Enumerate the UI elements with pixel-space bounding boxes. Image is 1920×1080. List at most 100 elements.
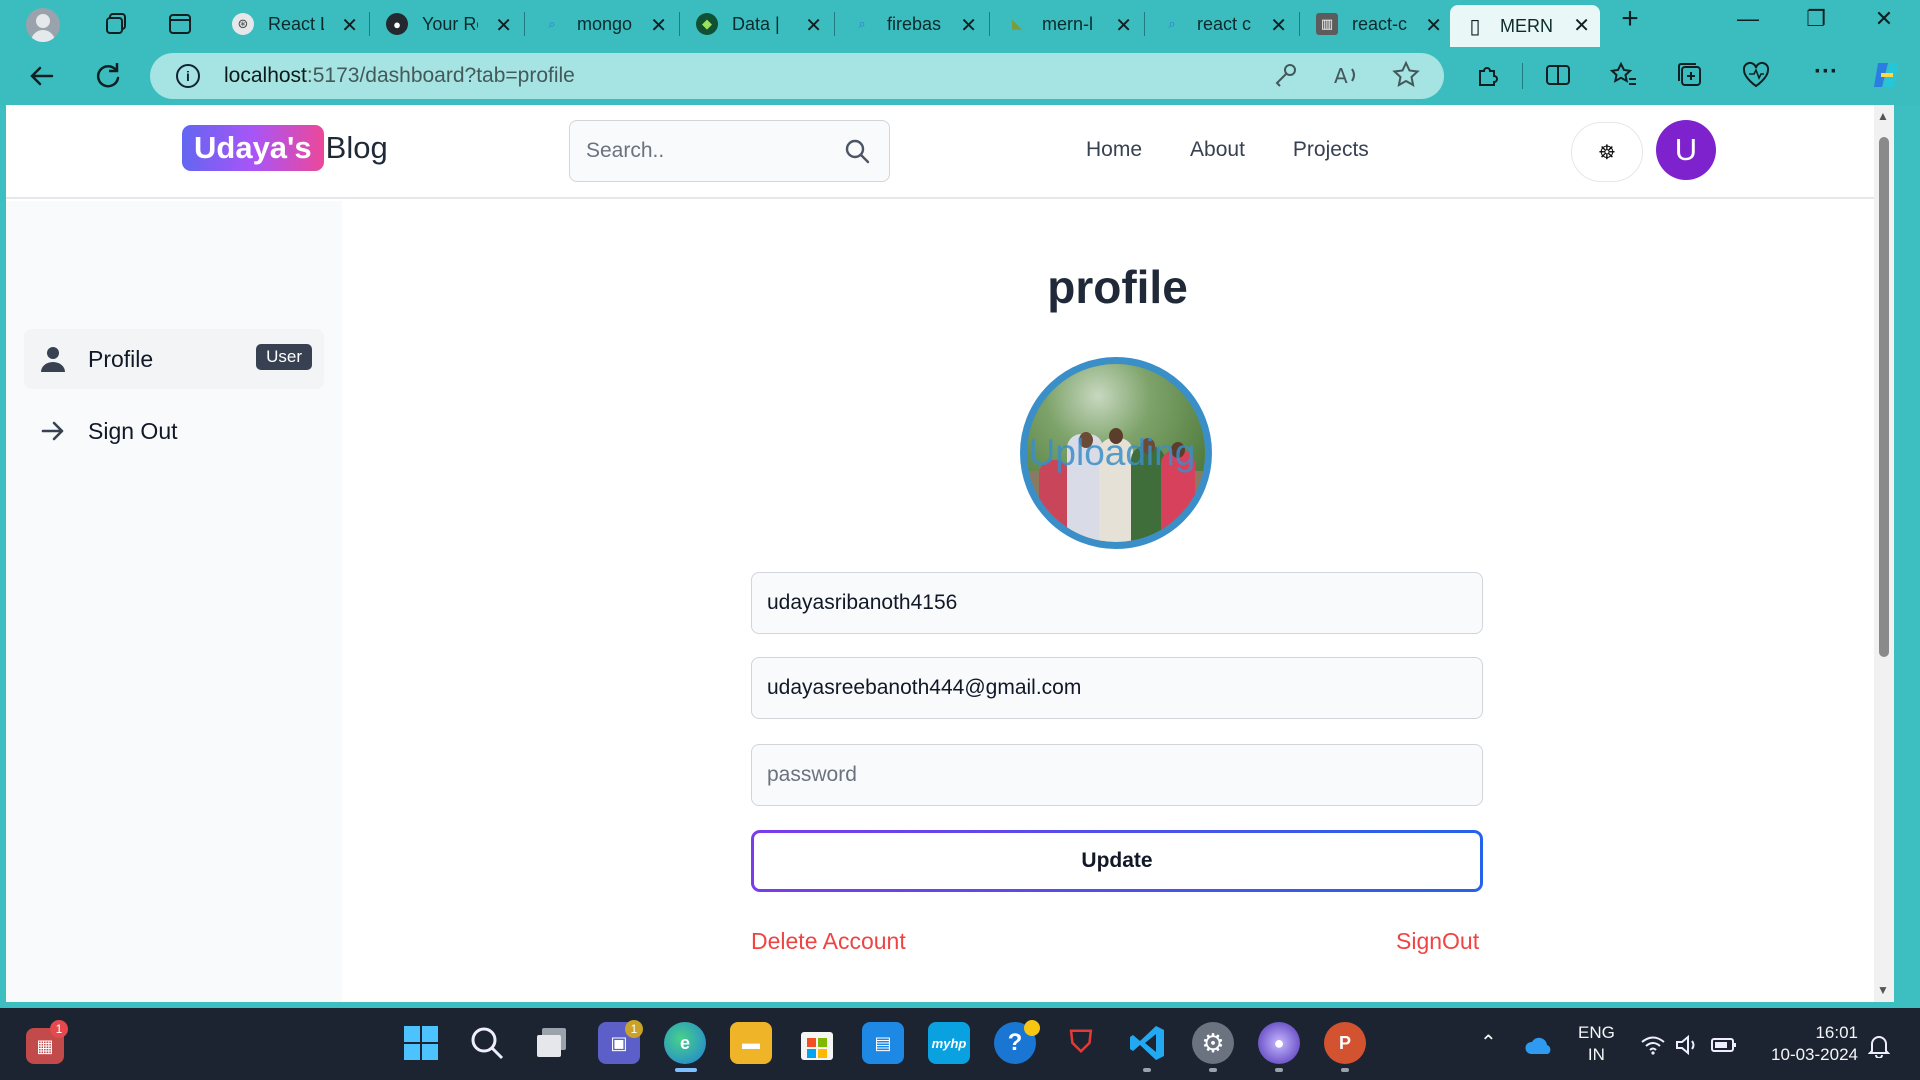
close-tab-icon[interactable]: ✕ <box>1270 13 1287 38</box>
restore-icon[interactable]: ❐ <box>1796 6 1836 32</box>
browser-tab[interactable]: ●Your Re✕ <box>372 5 522 43</box>
close-tab-icon[interactable]: ✕ <box>341 13 358 38</box>
search-box <box>569 120 890 182</box>
password-input[interactable] <box>752 763 1482 787</box>
browser-tab[interactable]: ⌕ react c ✕ <box>1147 5 1297 43</box>
chatgpt-favicon-icon: ⊛ <box>232 13 254 35</box>
close-tab-icon[interactable]: ✕ <box>650 13 667 38</box>
update-button[interactable]: Update <box>751 830 1483 892</box>
nav-home[interactable]: Home <box>1086 138 1142 162</box>
delete-account-link[interactable]: Delete Account <box>751 928 906 955</box>
site-header: Udaya's Blog Home About Projects ☸ U <box>6 105 1894 199</box>
file-explorer-icon[interactable]: ▬ <box>730 1022 772 1064</box>
close-tab-icon[interactable]: ✕ <box>1573 13 1590 38</box>
edge-icon[interactable]: e <box>664 1022 706 1064</box>
close-tab-icon[interactable]: ✕ <box>1115 13 1132 38</box>
scrollbar-thumb[interactable] <box>1879 137 1889 657</box>
wifi-icon[interactable] <box>1640 1034 1666 1056</box>
split-screen-icon[interactable] <box>1542 59 1574 91</box>
email-input[interactable] <box>752 676 1482 700</box>
notifications-bell-icon[interactable] <box>1868 1034 1890 1058</box>
browser-tab[interactable]: ▥ react-c ✕ <box>1302 5 1452 43</box>
app-window-icon[interactable]: ▤ <box>862 1022 904 1064</box>
language-indicator[interactable]: ENG IN <box>1578 1022 1615 1066</box>
copilot-icon[interactable] <box>1868 57 1904 93</box>
browser-essentials-icon[interactable] <box>1740 59 1772 91</box>
mcafee-icon[interactable]: ⛉ <box>1060 1022 1102 1064</box>
page-scrollbar[interactable]: ▲ ▼ <box>1874 105 1894 1002</box>
refresh-icon[interactable] <box>90 58 126 94</box>
read-aloud-icon[interactable]: A <box>1330 59 1362 91</box>
browser-tab-active[interactable]: ▯ MERN ✕ <box>1450 5 1600 47</box>
volume-icon[interactable] <box>1674 1034 1700 1056</box>
close-tab-icon[interactable]: ✕ <box>1425 13 1442 38</box>
browser-profile-icon[interactable] <box>26 8 60 42</box>
leaf-favicon-icon: ◣ <box>1012 16 1022 31</box>
search-favicon-icon: ⌕ <box>858 16 866 31</box>
username-input[interactable] <box>752 591 1482 615</box>
battery-icon[interactable] <box>1710 1036 1738 1054</box>
close-tab-icon[interactable]: ✕ <box>805 13 822 38</box>
show-hidden-icons-icon[interactable]: ⌃ <box>1480 1032 1497 1054</box>
onedrive-icon[interactable] <box>1524 1036 1554 1056</box>
user-avatar[interactable]: U <box>1656 120 1716 180</box>
role-badge: User <box>256 344 312 370</box>
notion-favicon-icon: ▥ <box>1316 13 1338 35</box>
more-options-icon[interactable]: ··· <box>1810 59 1842 91</box>
close-tab-icon[interactable]: ✕ <box>495 13 512 38</box>
obs-icon[interactable]: ● <box>1258 1022 1300 1064</box>
extensions-icon[interactable] <box>1472 59 1504 91</box>
sidebar-item-label: Profile <box>88 345 154 372</box>
back-icon[interactable] <box>24 58 60 94</box>
theme-toggle-button[interactable]: ☸ <box>1571 122 1643 182</box>
vscode-icon[interactable] <box>1126 1022 1168 1064</box>
search-icon[interactable] <box>466 1022 508 1064</box>
url-field[interactable]: i localhost:5173/dashboard?tab=profile <box>150 53 1444 99</box>
tab-actions-icon[interactable] <box>166 10 194 38</box>
dashboard-sidebar: Profile User Sign Out <box>6 201 342 1002</box>
browser-tab[interactable]: ⌕ mongo ✕ <box>527 5 677 43</box>
user-icon <box>38 345 68 373</box>
site-info-icon[interactable]: i <box>176 64 200 88</box>
settings-gear-icon[interactable]: ⚙ <box>1192 1022 1234 1064</box>
upload-status-overlay: Uploading <box>1028 432 1196 473</box>
site-logo[interactable]: Udaya's Blog <box>182 125 388 171</box>
scroll-up-icon[interactable]: ▲ <box>1877 109 1889 123</box>
sidebar-item-label: Sign Out <box>88 417 178 444</box>
close-window-icon[interactable]: ✕ <box>1864 6 1904 32</box>
search-icon[interactable] <box>843 137 871 165</box>
favorite-star-icon[interactable] <box>1390 59 1422 91</box>
browser-tab[interactable]: ◆ Data | ✕ <box>682 5 832 43</box>
myhp-icon[interactable]: myhp <box>928 1022 970 1064</box>
sidebar-item-profile[interactable]: Profile User <box>24 329 324 389</box>
nav-about[interactable]: About <box>1190 138 1245 162</box>
favorites-icon[interactable] <box>1608 59 1640 91</box>
browser-tab[interactable]: ⌕ firebas ✕ <box>837 5 987 43</box>
collections-icon[interactable] <box>1674 59 1706 91</box>
task-view-icon[interactable] <box>532 1022 574 1064</box>
url-path: :5173/dashboard?tab=profile <box>306 64 575 87</box>
signout-link[interactable]: SignOut <box>1396 928 1479 955</box>
browser-tab[interactable]: ◣ mern-l ✕ <box>992 5 1142 43</box>
browser-address-bar: i localhost:5173/dashboard?tab=profile A… <box>0 47 1920 105</box>
teams-badge: 1 <box>625 1020 643 1038</box>
page-favicon-icon: ▯ <box>1469 15 1481 38</box>
clock[interactable]: 16:01 10-03-2024 <box>1758 1022 1858 1066</box>
browser-tab[interactable]: ⊛ React L ✕ <box>218 5 368 43</box>
search-input[interactable] <box>586 139 826 163</box>
scroll-down-icon[interactable]: ▼ <box>1877 983 1889 997</box>
nav-projects[interactable]: Projects <box>1293 138 1369 162</box>
password-key-icon[interactable] <box>1270 59 1302 91</box>
new-tab-icon[interactable]: + <box>1610 2 1650 36</box>
close-tab-icon[interactable]: ✕ <box>960 13 977 38</box>
logo-highlight: Udaya's <box>182 125 324 171</box>
microsoft-store-icon[interactable] <box>796 1022 838 1064</box>
avatar-letter: U <box>1674 132 1698 167</box>
powerpoint-icon[interactable]: P <box>1324 1022 1366 1064</box>
profile-photo[interactable]: Uploading <box>1020 357 1212 549</box>
workspaces-icon[interactable] <box>103 10 131 38</box>
sidebar-item-signout[interactable]: Sign Out <box>24 401 324 461</box>
minimize-icon[interactable]: — <box>1728 6 1768 32</box>
start-icon[interactable] <box>400 1022 442 1064</box>
region-code: IN <box>1587 1045 1605 1064</box>
